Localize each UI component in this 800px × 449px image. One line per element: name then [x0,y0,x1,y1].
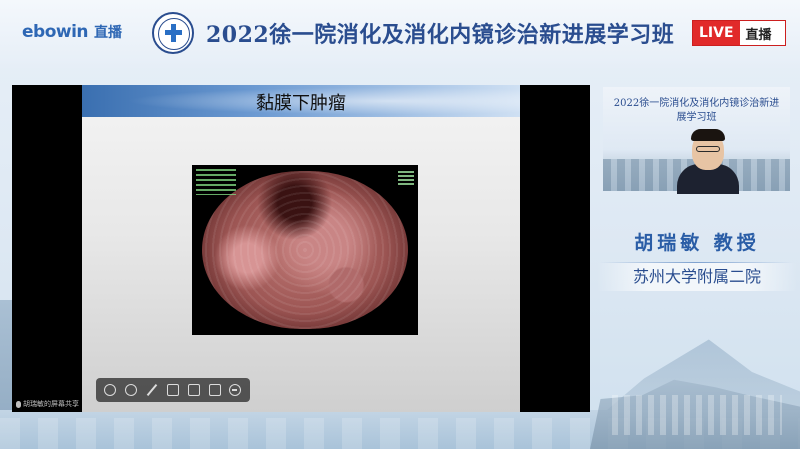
minus-icon[interactable] [229,384,242,396]
annotation-toolbar[interactable] [96,378,250,402]
screen-share-watermark: 胡瑞敏的屏幕共享 [16,399,79,409]
shared-screen: 黏膜下肿瘤 胡瑞敏的屏幕共享 [12,85,590,412]
mic-icon [16,400,21,408]
frame-icon[interactable] [166,384,179,396]
square-icon[interactable] [208,384,221,396]
pen-icon[interactable] [146,384,158,396]
speaker-affiliation: 苏州大学附属二院 [597,263,797,291]
platform-logo: ebowin 直播 [22,22,122,42]
circle-icon[interactable] [104,384,117,396]
speaker-avatar [677,129,739,194]
watermark-text: 胡瑞敏的屏幕共享 [23,400,79,408]
circle-icon[interactable] [125,384,138,396]
logo-text: ebowin [22,22,89,42]
live-badge: LIVE [693,21,740,45]
ebowin-logo: ebowin [22,22,89,42]
presentation-slide: 黏膜下肿瘤 [82,85,520,412]
slide-title: 黏膜下肿瘤 [256,93,346,114]
endoscopy-osd-left [196,169,236,195]
camera-icon[interactable] [187,384,200,396]
hospital-emblem-icon [152,12,194,54]
live-indicator: LIVE 直播 [692,20,786,46]
logo-live-label: 直播 [94,25,123,41]
live-label: 直播 [745,27,772,43]
page-title: 2022徐一院消化及消化内镜诊治新进展学习班 [206,22,675,48]
endoscopy-image [192,165,418,335]
endoscopy-osd-right [398,171,414,187]
background-building-windows [612,395,782,435]
camera-background-title: 2022徐一院消化及消化内镜诊治新进展学习班 [613,98,780,123]
speaker-name: 胡瑞敏 教授 [634,232,760,254]
